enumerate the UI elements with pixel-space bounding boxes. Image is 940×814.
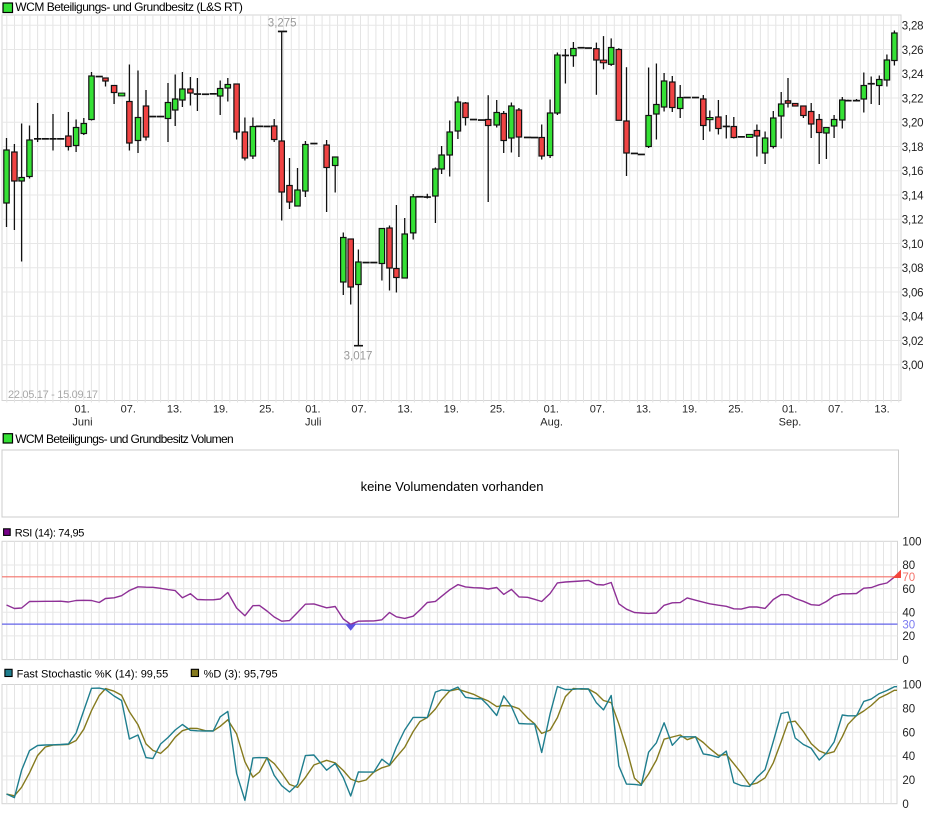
svg-text:0: 0 xyxy=(902,799,908,811)
svg-text:3,017: 3,017 xyxy=(344,350,373,362)
svg-text:13.: 13. xyxy=(167,404,182,416)
svg-text:07.: 07. xyxy=(351,404,366,416)
svg-text:40: 40 xyxy=(902,608,915,620)
svg-text:01.: 01. xyxy=(305,404,320,416)
svg-text:3,04: 3,04 xyxy=(902,312,924,324)
svg-text:3,12: 3,12 xyxy=(902,215,924,227)
svg-text:07.: 07. xyxy=(121,404,136,416)
svg-text:40: 40 xyxy=(902,751,915,763)
svg-text:3,08: 3,08 xyxy=(902,263,924,275)
svg-text:80: 80 xyxy=(902,704,915,716)
svg-text:07.: 07. xyxy=(590,404,605,416)
svg-text:Sep.: Sep. xyxy=(779,417,802,429)
svg-text:0: 0 xyxy=(902,655,908,667)
svg-text:01.: 01. xyxy=(75,404,90,416)
svg-text:3,14: 3,14 xyxy=(902,190,924,202)
svg-text:80: 80 xyxy=(902,560,915,572)
svg-text:25.: 25. xyxy=(728,404,743,416)
svg-text:22.05.17 - 15.09.17: 22.05.17 - 15.09.17 xyxy=(8,389,98,401)
svg-text:3,20: 3,20 xyxy=(902,118,924,130)
svg-text:100: 100 xyxy=(902,680,921,692)
svg-text:3,22: 3,22 xyxy=(902,93,924,105)
svg-text:Aug.: Aug. xyxy=(540,417,563,429)
svg-text:3,06: 3,06 xyxy=(902,287,924,299)
svg-text:RSI (14): 74,95: RSI (14): 74,95 xyxy=(15,527,85,539)
svg-text:3,26: 3,26 xyxy=(902,45,924,57)
svg-text:13.: 13. xyxy=(874,404,889,416)
svg-text:60: 60 xyxy=(902,584,915,596)
svg-text:3,275: 3,275 xyxy=(268,18,297,30)
svg-text:01.: 01. xyxy=(782,404,797,416)
svg-text:25.: 25. xyxy=(259,404,274,416)
svg-text:3,10: 3,10 xyxy=(902,239,924,251)
svg-text:WCM Beteiligungs- und Grundbes: WCM Beteiligungs- und Grundbesitz Volume… xyxy=(15,432,233,446)
svg-text:Juni: Juni xyxy=(72,417,92,429)
svg-text:%D (3): 95,795: %D (3): 95,795 xyxy=(204,668,278,680)
svg-text:19.: 19. xyxy=(213,404,228,416)
svg-text:13.: 13. xyxy=(398,404,413,416)
svg-text:01.: 01. xyxy=(544,404,559,416)
svg-text:3,28: 3,28 xyxy=(902,21,924,33)
svg-text:Juli: Juli xyxy=(305,417,322,429)
svg-text:20: 20 xyxy=(902,631,915,643)
svg-text:3,18: 3,18 xyxy=(902,142,924,154)
svg-text:07.: 07. xyxy=(828,404,843,416)
svg-text:13.: 13. xyxy=(636,404,651,416)
svg-text:19.: 19. xyxy=(444,404,459,416)
svg-text:25.: 25. xyxy=(490,404,505,416)
svg-text:20: 20 xyxy=(902,775,915,787)
svg-text:3,24: 3,24 xyxy=(902,69,924,81)
svg-text:3,00: 3,00 xyxy=(902,360,924,372)
svg-text:19.: 19. xyxy=(682,404,697,416)
svg-text:30: 30 xyxy=(902,619,915,631)
svg-text:keine Volumendaten vorhanden: keine Volumendaten vorhanden xyxy=(361,479,544,494)
svg-text:WCM Beteiligungs- und Grundbes: WCM Beteiligungs- und Grundbesitz (L&S R… xyxy=(15,0,243,14)
svg-text:Fast Stochastic %K (14): 99,55: Fast Stochastic %K (14): 99,55 xyxy=(17,668,169,680)
svg-text:3,02: 3,02 xyxy=(902,336,924,348)
svg-text:100: 100 xyxy=(902,537,921,549)
svg-text:70: 70 xyxy=(902,572,915,584)
svg-text:60: 60 xyxy=(902,727,915,739)
svg-text:3,16: 3,16 xyxy=(902,166,924,178)
